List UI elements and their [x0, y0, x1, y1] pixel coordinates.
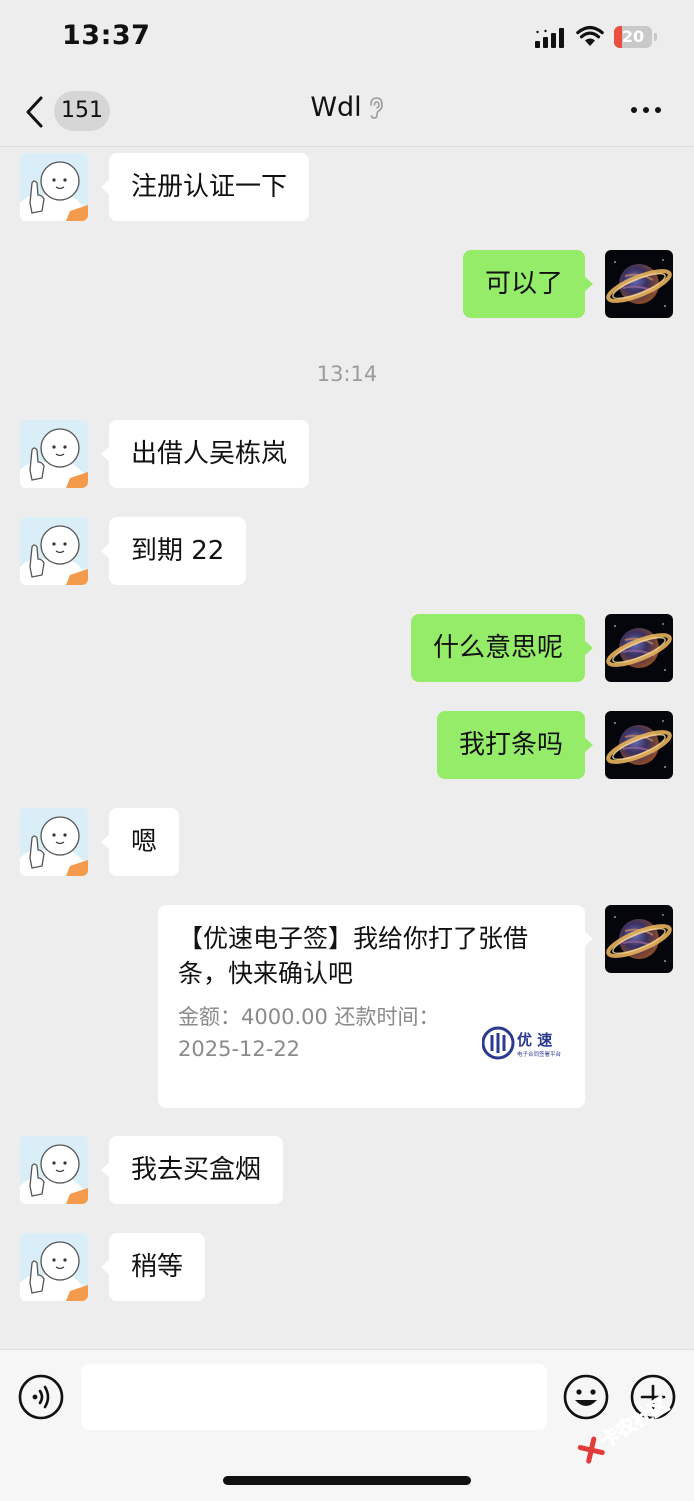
chat-header: 151 Wdl [0, 78, 694, 147]
message-bubble-incoming[interactable]: 嗯 [100, 808, 180, 876]
message-bubble-incoming[interactable]: 到期 22 [100, 517, 247, 585]
more-button[interactable] [626, 98, 666, 122]
youshu-logo-icon: 优 速 电子合同签署平台 [482, 1026, 562, 1060]
my-avatar[interactable] [605, 905, 673, 973]
message-bubble-outgoing[interactable]: 什么意思呢 [410, 614, 594, 682]
contact-avatar[interactable] [20, 1136, 88, 1204]
battery-level: 20 [621, 27, 645, 46]
message-timestamp: 13:14 [316, 362, 378, 386]
message-bubble-outgoing[interactable]: 可以了 [462, 250, 594, 318]
home-indicator[interactable] [223, 1476, 471, 1485]
my-avatar[interactable] [605, 250, 673, 318]
contact-avatar[interactable] [20, 420, 88, 488]
contact-avatar[interactable] [20, 1233, 88, 1301]
emoji-icon[interactable] [563, 1374, 609, 1420]
message-bubble-incoming[interactable]: 我去买盒烟 [100, 1136, 284, 1204]
wifi-icon [576, 25, 604, 46]
card-title: 【优速电子签】我给你打了张借条，快来确认吧 [178, 924, 529, 988]
my-avatar[interactable] [605, 711, 673, 779]
message-bubble-incoming[interactable]: 出借人吴栋岚 [100, 420, 310, 488]
svg-text:优 速: 优 速 [517, 1031, 552, 1049]
loan-note-card[interactable]: 【优速电子签】我给你打了张借条，快来确认吧 金额：4000.00 还款时间：20… [158, 905, 593, 1108]
svg-text:电子合同签署平台: 电子合同签署平台 [517, 1050, 562, 1058]
ear-icon [369, 96, 383, 119]
message-input[interactable] [81, 1364, 547, 1430]
page-title: Wdl [0, 92, 694, 123]
status-bar: 13:37 20 [0, 0, 694, 76]
contact-avatar[interactable] [20, 153, 88, 221]
battery-icon: 20 [614, 26, 658, 48]
contact-avatar[interactable] [20, 808, 88, 876]
contact-avatar[interactable] [20, 517, 88, 585]
message-list[interactable]: 注册认证一下 可以了 13:14 出借人吴栋岚 到期 22 什么意思呢 我打条吗… [0, 147, 694, 1349]
my-avatar[interactable] [605, 614, 673, 682]
card-description: 金额：4000.00 还款时间：2025-12-22 [178, 1005, 440, 1061]
message-bubble-incoming[interactable]: 稍等 [100, 1233, 206, 1301]
message-bubble-incoming[interactable]: 注册认证一下 [100, 153, 310, 221]
message-bubble-outgoing[interactable]: 我打条吗 [436, 711, 594, 779]
contact-name: Wdl [310, 92, 362, 123]
voice-icon[interactable] [18, 1374, 64, 1420]
status-time: 13:37 [62, 20, 151, 51]
signal-icon [535, 28, 564, 48]
